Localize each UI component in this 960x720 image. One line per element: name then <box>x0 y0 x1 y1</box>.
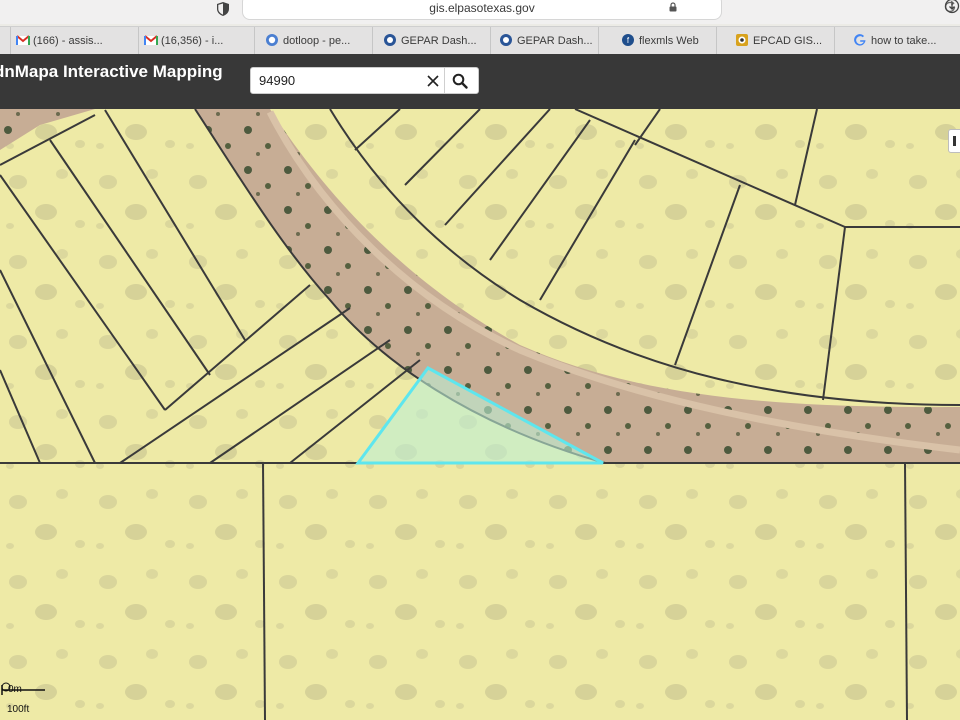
tab-epcad[interactable]: EPCAD GIS... <box>716 27 834 54</box>
tab-google[interactable]: how to take... <box>834 27 960 54</box>
tab-dotloop[interactable]: dotloop - pe... <box>254 27 372 54</box>
tab-gmail-inbox[interactable]: (16,356) - i... <box>138 27 254 54</box>
gmail-icon <box>144 35 158 45</box>
download-icon[interactable] <box>944 0 960 16</box>
tab-gepar-1[interactable]: GEPAR Dash... <box>372 27 490 54</box>
dotloop-icon <box>266 34 278 46</box>
tab-label: (16,356) - i... <box>161 34 224 47</box>
tab-flexmls[interactable]: f flexmls Web <box>598 27 716 54</box>
flexmls-icon: f <box>622 34 634 46</box>
gmail-icon <box>16 35 30 45</box>
gepar-icon <box>384 34 396 46</box>
tab-label: flexmls Web <box>639 34 699 47</box>
grip-icon <box>953 136 960 146</box>
browser-tab-bar: (166) - assis... (16,356) - i... dotloop… <box>0 26 960 55</box>
tab-label: EPCAD GIS... <box>753 34 823 47</box>
search-input[interactable] <box>251 68 441 93</box>
tab-label: how to take... <box>871 34 937 47</box>
browser-address-bar: gis.elpasotexas.gov <box>0 0 960 24</box>
shield-icon[interactable] <box>215 1 231 17</box>
app-title: dnMapa Interactive Mapping <box>0 62 223 81</box>
map-view[interactable]: 0m 100ft <box>0 109 960 720</box>
search-icon[interactable] <box>451 72 469 90</box>
clear-search-icon[interactable] <box>424 72 442 90</box>
tab-label: GEPAR Dash... <box>401 34 477 47</box>
tab-gepar-2[interactable]: GEPAR Dash... <box>490 27 598 54</box>
url-text: gis.elpasotexas.gov <box>429 1 535 15</box>
tab-label: dotloop - pe... <box>283 34 351 47</box>
google-icon <box>854 34 866 46</box>
search-divider <box>444 68 445 93</box>
search-box <box>250 67 479 94</box>
gepar-icon <box>500 34 512 46</box>
tab-label: GEPAR Dash... <box>517 34 593 47</box>
map-canvas[interactable] <box>0 109 960 720</box>
app-header: dnMapa Interactive Mapping <box>0 54 960 109</box>
tab-gmail-assis[interactable]: (166) - assis... <box>10 27 138 54</box>
scale-imperial-label: 100ft <box>7 704 30 715</box>
tab-label: (166) - assis... <box>33 34 103 47</box>
epcad-icon <box>736 34 748 46</box>
scale-metric-label: 0m <box>8 684 22 695</box>
panel-toggle-button[interactable] <box>948 129 960 153</box>
url-field[interactable]: gis.elpasotexas.gov <box>242 0 956 20</box>
